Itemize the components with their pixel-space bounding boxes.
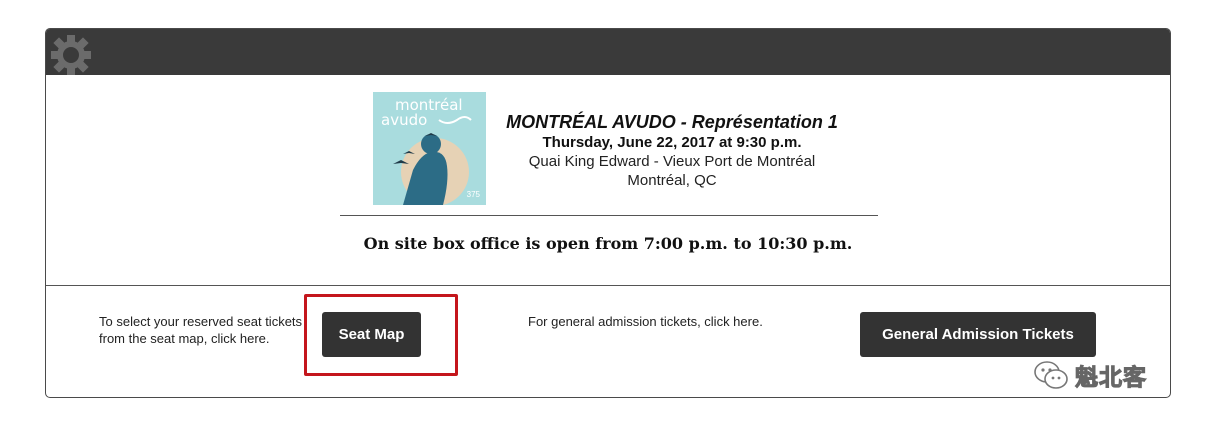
divider — [340, 215, 878, 216]
gear-icon — [51, 35, 91, 75]
box-office-notice: On site box office is open from 7:00 p.m… — [363, 234, 853, 253]
event-section: montréal avudo 375 MONTRÉAL AVUDO - Repr… — [46, 75, 1170, 285]
seat-map-highlight-box — [304, 294, 458, 376]
general-admission-button[interactable]: General Admission Tickets — [860, 312, 1096, 357]
poster-badge: 375 — [466, 190, 480, 199]
event-city: Montréal, QC — [627, 172, 717, 189]
event-poster: montréal avudo 375 — [373, 92, 486, 205]
panel-header — [46, 29, 1170, 75]
watermark: 魁北客 — [1033, 355, 1183, 395]
event-info: MONTRÉAL AVUDO - Représentation 1 Thursd… — [486, 111, 858, 190]
watermark-text: 魁北客 — [1075, 365, 1147, 392]
section-separator — [46, 285, 1170, 286]
wechat-icon — [1034, 361, 1068, 389]
reserved-seat-text: To select your reserved seat tickets fro… — [99, 314, 303, 346]
ticket-panel: montréal avudo 375 MONTRÉAL AVUDO - Repr… — [45, 28, 1171, 398]
poster-line2: avudo — [381, 111, 428, 129]
event-venue: Quai King Edward - Vieux Port de Montréa… — [528, 153, 816, 170]
event-title: MONTRÉAL AVUDO - Représentation 1 — [506, 112, 838, 132]
event-date: Thursday, June 22, 2017 at 9:30 p.m. — [542, 134, 802, 151]
poster-title: montréal avudo — [381, 98, 463, 128]
general-admission-text: For general admission tickets, click her… — [528, 314, 763, 329]
